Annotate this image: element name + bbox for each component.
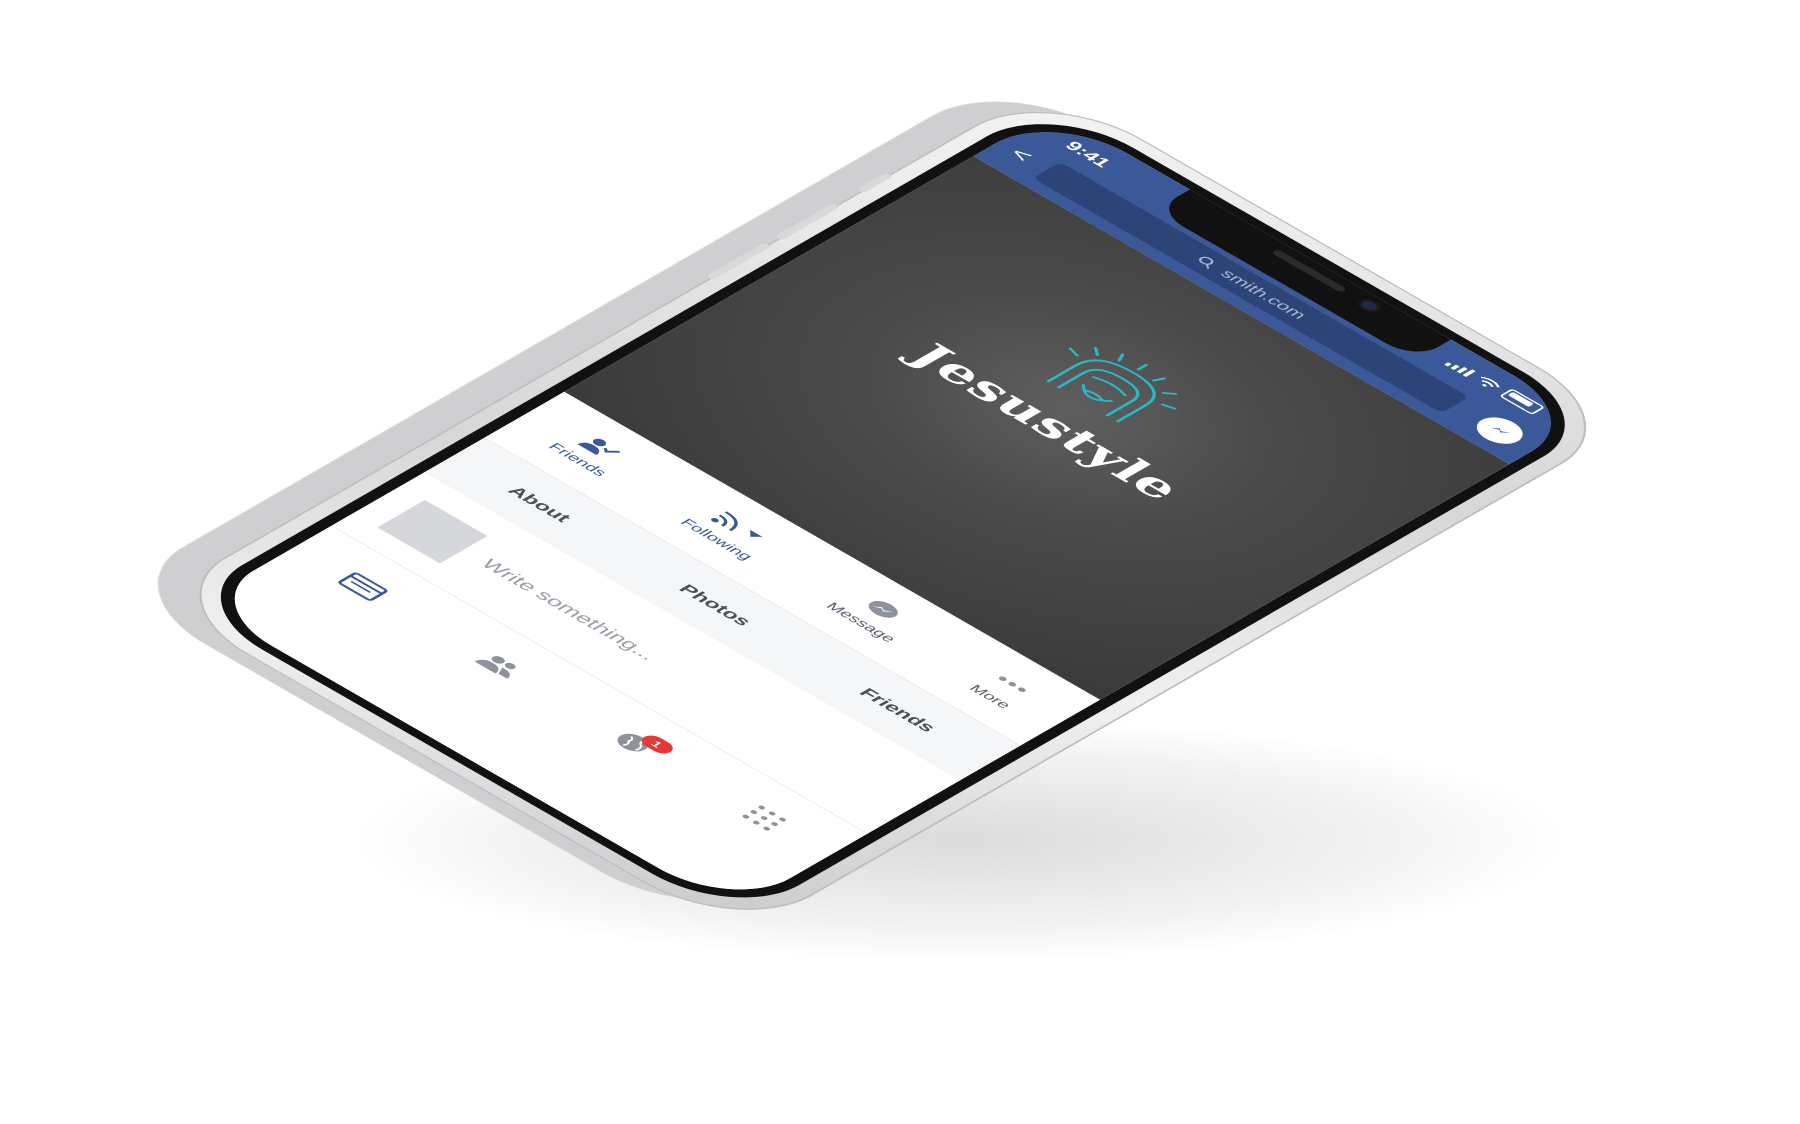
wifi-icon <box>1480 376 1500 388</box>
nav-friends[interactable] <box>465 649 527 685</box>
grid-icon <box>742 805 786 831</box>
front-camera-icon <box>1358 299 1380 312</box>
nav-menu[interactable] <box>732 803 790 836</box>
back-chevron-icon[interactable]: < <box>1004 145 1039 165</box>
tab-about[interactable]: About <box>503 483 576 525</box>
search-icon <box>1199 256 1214 270</box>
messenger-bolt-icon <box>1490 427 1510 433</box>
avatar <box>377 500 488 564</box>
nav-notifications[interactable]: 1 <box>600 727 678 760</box>
messenger-icon[interactable] <box>1467 412 1532 450</box>
stage: 9:41 < smith.com Jesustyle Friends Follo… <box>0 0 1800 1124</box>
feed-icon <box>337 572 388 601</box>
message-action[interactable]: Message <box>822 586 924 645</box>
people-icon <box>474 655 516 679</box>
signal-icon <box>1444 359 1476 377</box>
following-action[interactable]: Following <box>677 502 782 562</box>
tab-photos[interactable]: Photos <box>674 582 756 629</box>
battery-icon <box>1498 388 1546 415</box>
friends-action[interactable]: Friends <box>545 426 636 478</box>
status-time: 9:41 <box>1060 138 1116 170</box>
more-action[interactable]: More <box>965 668 1040 711</box>
nav-news-feed[interactable] <box>329 570 391 606</box>
